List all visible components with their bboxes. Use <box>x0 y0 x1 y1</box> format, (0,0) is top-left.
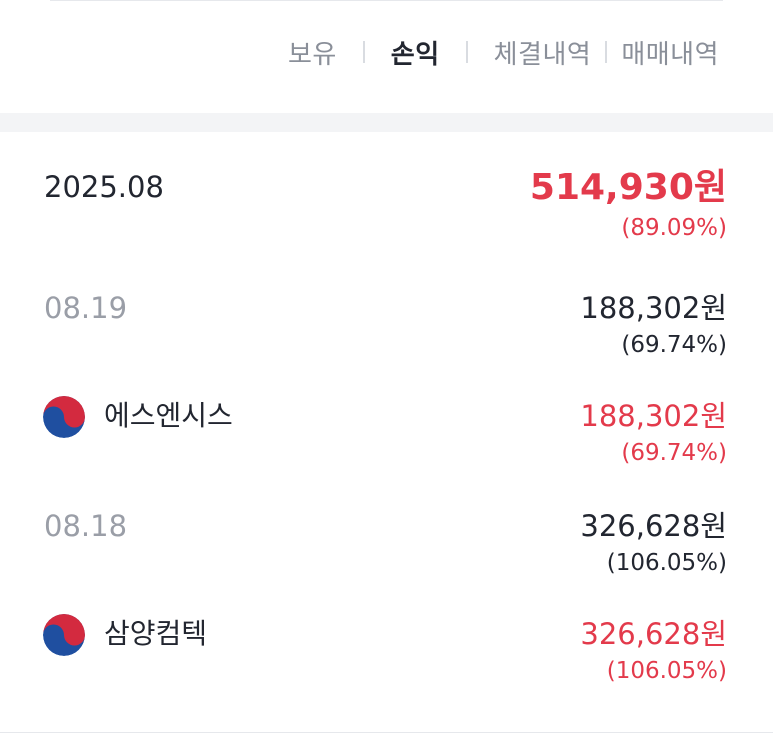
month-label: 2025.08 <box>44 170 164 204</box>
stock-row[interactable]: 삼양컴텍 326,628원 (106.05%) <box>0 614 773 694</box>
day-row: 08.19 188,302원 (69.74%) <box>0 288 773 368</box>
tab-profit-loss[interactable]: 손익 <box>391 34 440 71</box>
section-divider-band <box>0 113 773 132</box>
stock-name[interactable]: 삼양컴텍 <box>104 614 207 654</box>
tab-separator <box>465 41 468 63</box>
stock-profit-amount: 188,302원 <box>580 399 727 433</box>
tab-holdings[interactable]: 보유 <box>288 34 337 71</box>
korea-flag-icon <box>43 614 85 656</box>
bottom-divider <box>0 732 773 733</box>
top-divider <box>50 0 723 1</box>
tab-executions[interactable]: 체결내역 <box>494 34 592 71</box>
stock-row[interactable]: 에스엔시스 188,302원 (69.74%) <box>0 396 773 476</box>
korea-flag-icon <box>43 396 85 438</box>
day-profit-amount: 188,302원 <box>580 291 727 325</box>
stock-name[interactable]: 에스엔시스 <box>104 396 233 436</box>
tab-separator <box>362 41 365 63</box>
day-profit-percent: (106.05%) <box>606 550 727 576</box>
day-profit-amount: 326,628원 <box>580 509 727 543</box>
month-summary-row: 2025.08 514,930원 (89.09%) <box>0 165 773 245</box>
month-profit-amount: 514,930원 <box>529 167 727 208</box>
tab-trade-history[interactable]: 매매내역 <box>621 34 719 71</box>
stock-profit-percent: (106.05%) <box>606 658 727 684</box>
day-date: 08.18 <box>44 509 128 543</box>
day-date: 08.19 <box>44 291 128 325</box>
month-profit-percent: (89.09%) <box>621 215 727 241</box>
stock-profit-amount: 326,628원 <box>580 617 727 651</box>
tab-separator <box>605 41 608 63</box>
day-profit-percent: (69.74%) <box>621 332 727 358</box>
stock-profit-percent: (69.74%) <box>621 440 727 466</box>
tab-bar: 보유 손익 체결내역 매매내역 <box>288 28 719 76</box>
day-row: 08.18 326,628원 (106.05%) <box>0 506 773 586</box>
